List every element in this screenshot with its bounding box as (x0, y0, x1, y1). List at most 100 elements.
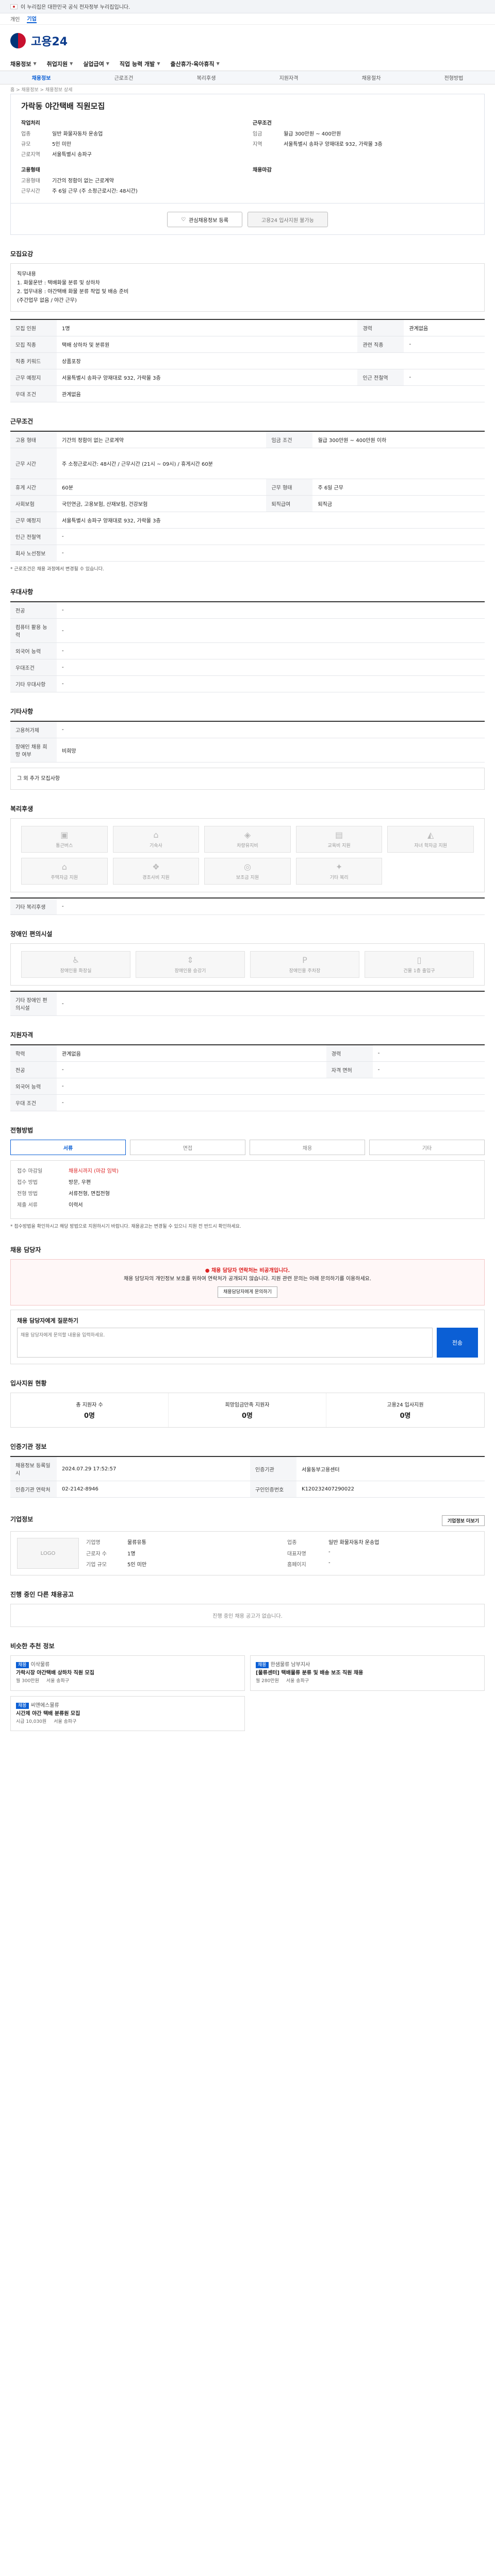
gnb-item[interactable]: 출산휴가·육아휴직 ▼ (170, 60, 219, 68)
disability-item: ⇕ 장애인용 승강기 (136, 951, 245, 978)
door-icon: ▯ (417, 955, 422, 965)
etc-table: 고용허가제 - 장애인 채용 희망 여부 비희망 (10, 721, 485, 763)
section-title: 우대사항 (10, 588, 34, 596)
welfare-item: ◈ 차량유지비 (204, 826, 291, 853)
elevator-icon: ⇕ (187, 955, 194, 965)
coin-icon: ◎ (244, 862, 251, 872)
tab-qualification[interactable]: 지원자격 (248, 74, 330, 81)
chevron-down-icon: ▼ (216, 61, 220, 66)
section-title: 비슷한 추천 정보 (10, 1642, 55, 1650)
flag-icon (10, 4, 18, 9)
section-title: 복리후생 (10, 805, 34, 813)
gnb-item[interactable]: 취업지원 ▼ (47, 60, 73, 68)
welfare-item: ◭ 자녀 학자금 지원 (387, 826, 474, 853)
breadcrumb: 홈 > 채용정보 > 채용정보 상세 (10, 87, 73, 93)
gnb-item[interactable]: 직업 능력 개발 ▼ (120, 60, 160, 68)
company-logo: LOGO (17, 1538, 79, 1569)
section-title: 전형방법 (10, 1127, 34, 1134)
section-title: 진행 중인 다른 채용공고 (10, 1591, 74, 1599)
company-more-button[interactable]: 기업정보 더보기 (441, 1515, 485, 1527)
welfare-etc: 기타 복리후생 - (10, 897, 485, 916)
car-icon: ◈ (244, 830, 251, 840)
favorite-button[interactable]: ♡ 관심채용정보 등록 (167, 212, 242, 227)
section-title: 입사지원 현황 (10, 1380, 47, 1387)
gnb-item[interactable]: 채용정보 ▼ (10, 60, 37, 68)
recommend-card[interactable]: 채용 씨앤에스물류 시간제 야간 택배 분류원 모집 시급 10,030원 서울 송파구 (10, 1696, 245, 1731)
badge: 채용 (16, 1702, 29, 1709)
recommend-card[interactable]: 채용 한샘물류 남부지사 [물류센터] 택배물류 분류 및 배송 보조 직원 채용 월… (250, 1655, 485, 1691)
job-description: 직무내용 1. 화물운반 : 택배화물 분류 및 상하차 2. 업무내용 : 야간택… (10, 263, 485, 312)
disability-item: ▯ 건물 1층 출입구 (365, 951, 474, 978)
empty-state: 진행 중인 채용 공고가 없습니다. (10, 1604, 485, 1628)
disability-item: P 장애인용 주차장 (250, 951, 359, 978)
job-header: 가락동 야간택배 직원모집 작업처리 업종 일반 화물자동차 운송업 규모 5인 미… (10, 94, 485, 204)
section-title: 채용 담당자 (10, 1246, 41, 1253)
tab-method[interactable]: 전형방법 (412, 74, 495, 81)
chevron-down-icon: ▼ (106, 61, 109, 66)
chevron-down-icon: ▼ (157, 61, 160, 66)
house-icon: ⌂ (153, 830, 159, 840)
section-title: 기업정보 기업정보 더보기 (10, 1512, 485, 1527)
disability-icons: ♿ 장애인용 화장실 ⇕ 장애인용 승강기 P 장애인용 주차장 ▯ 건물 1층 출입구 (10, 943, 485, 986)
home-icon: ⌂ (61, 862, 67, 872)
section-title: 지원자격 (10, 1031, 34, 1039)
company-info: LOGO 기업명 물류유통 업종 일반 화물자동차 운송업 근로자 수 1명 대표자명… (10, 1531, 485, 1576)
badge: 채용 (256, 1662, 269, 1669)
agency-table: 채용정보 등록일시 2024.07.29 17:52:57 인증기관 서울동부고용센터… (10, 1456, 485, 1498)
star-icon: ✦ (335, 862, 343, 872)
applicant-stats: 총 지원자 수 0명 희망임금만족 지원자 0명 고용24 입사지원 0명 (10, 1393, 485, 1428)
cap-icon: ◭ (427, 830, 434, 840)
section-title: 근무조건 (10, 418, 34, 425)
recommend-card[interactable]: 채용 이삭물류 가락시장 야간택배 상하차 직원 모집 월 300만원 서울 송파구 (10, 1655, 245, 1691)
welfare-item: ⌂ 주택자금 지원 (21, 858, 108, 885)
process-steps: 서류 면접 채용 기타 (10, 1140, 485, 1156)
toilet-icon: ♿ (72, 955, 80, 965)
apply-button[interactable]: 고용24 입사지원 불가능 (247, 212, 328, 227)
logo-mark-icon (10, 33, 26, 48)
preference-table: 전공 - 컴퓨터 활용 능력 - 외국어 능력 - 우대조건 - 기타 우대사항 - (10, 601, 485, 693)
process-step: 채용 (250, 1140, 365, 1156)
chevron-down-icon: ▼ (70, 61, 73, 66)
recommend-list: 채용 이삭물류 가락시장 야간택배 상하차 직원 모집 월 300만원 서울 송파구 채… (10, 1655, 485, 1731)
process-step: 서류 (10, 1140, 126, 1156)
process-step: 면접 (130, 1140, 245, 1156)
tab-process[interactable]: 채용절차 (330, 74, 412, 81)
parking-icon: P (302, 955, 307, 965)
chevron-down-icon: ▼ (33, 61, 37, 66)
welfare-item: ❖ 경조사비 지원 (112, 858, 200, 885)
send-button[interactable]: 전송 (437, 1328, 478, 1358)
job-table: 모집 인원 1명 경력 관계없음 모집 직종 택배 상하차 및 분류원 관련 직종 - 직종… (10, 319, 485, 402)
manager-notice: ● 채용 담당자 연락처는 비공개입니다. 채용 담당자의 개인정보 보호를 위… (10, 1259, 485, 1306)
tab-job[interactable]: 채용정보 (0, 74, 82, 81)
tab-personal[interactable]: 개인 (10, 15, 20, 23)
section-title: 기타사항 (10, 708, 34, 716)
contact-manager-button[interactable]: 채용담당자에게 문의하기 (218, 1286, 277, 1298)
inquiry-box: 채용 담당자에게 질문하기 전송 (10, 1310, 485, 1365)
inquiry-input[interactable] (17, 1328, 433, 1358)
user-type-tabs: 개인 기업 (0, 13, 495, 25)
gov-banner: 이 누리집은 대한민국 공식 전자정부 누리집입니다. (0, 0, 495, 13)
page-title: 가락동 야간택배 직원모집 (21, 101, 105, 111)
tab-company[interactable]: 기업 (27, 14, 37, 23)
etc-more: 그 외 추가 모집사항 (10, 768, 485, 790)
header-actions: ♡ 관심채용정보 등록 고용24 입사지원 불가능 (10, 204, 485, 235)
site-logo[interactable]: 고용24 (0, 25, 495, 57)
alert-icon: ● (205, 1267, 210, 1274)
book-icon: ▤ (335, 830, 343, 840)
section-tabs: 채용정보 근로조건 복리후생 지원자격 채용절차 전형방법 (0, 71, 495, 84)
conditions-table: 고용 형태 기간의 정함이 없는 근로계약 임금 조건 월급 300만원 ~ 400만… (10, 431, 485, 562)
tab-welfare[interactable]: 복리후생 (165, 74, 248, 81)
disability-etc: 기타 장애인 편의시설 - (10, 991, 485, 1016)
welfare-item: ▤ 교육비 지원 (295, 826, 383, 853)
welfare-item: ◎ 보조금 지원 (204, 858, 291, 885)
gift-icon: ❖ (152, 862, 160, 872)
disability-item: ♿ 장애인용 화장실 (21, 951, 130, 978)
global-nav: 채용정보 ▼ 취업지원 ▼ 실업급여 ▼ 직업 능력 개발 ▼ 출산휴가·육아휴직 ▼ (0, 57, 495, 71)
process-step: 기타 (369, 1140, 485, 1156)
welfare-item: ⌂ 기숙사 (112, 826, 200, 853)
qualification-table: 학력 관계없음 경력 - 전공 - 자격 면허 - 외국어 능력 - 우대 조건 - (10, 1044, 485, 1112)
tab-conditions[interactable]: 근로조건 (82, 74, 165, 81)
bus-icon: ▣ (60, 830, 69, 840)
gnb-item[interactable]: 실업급여 ▼ (83, 60, 109, 68)
badge: 채용 (16, 1662, 29, 1669)
